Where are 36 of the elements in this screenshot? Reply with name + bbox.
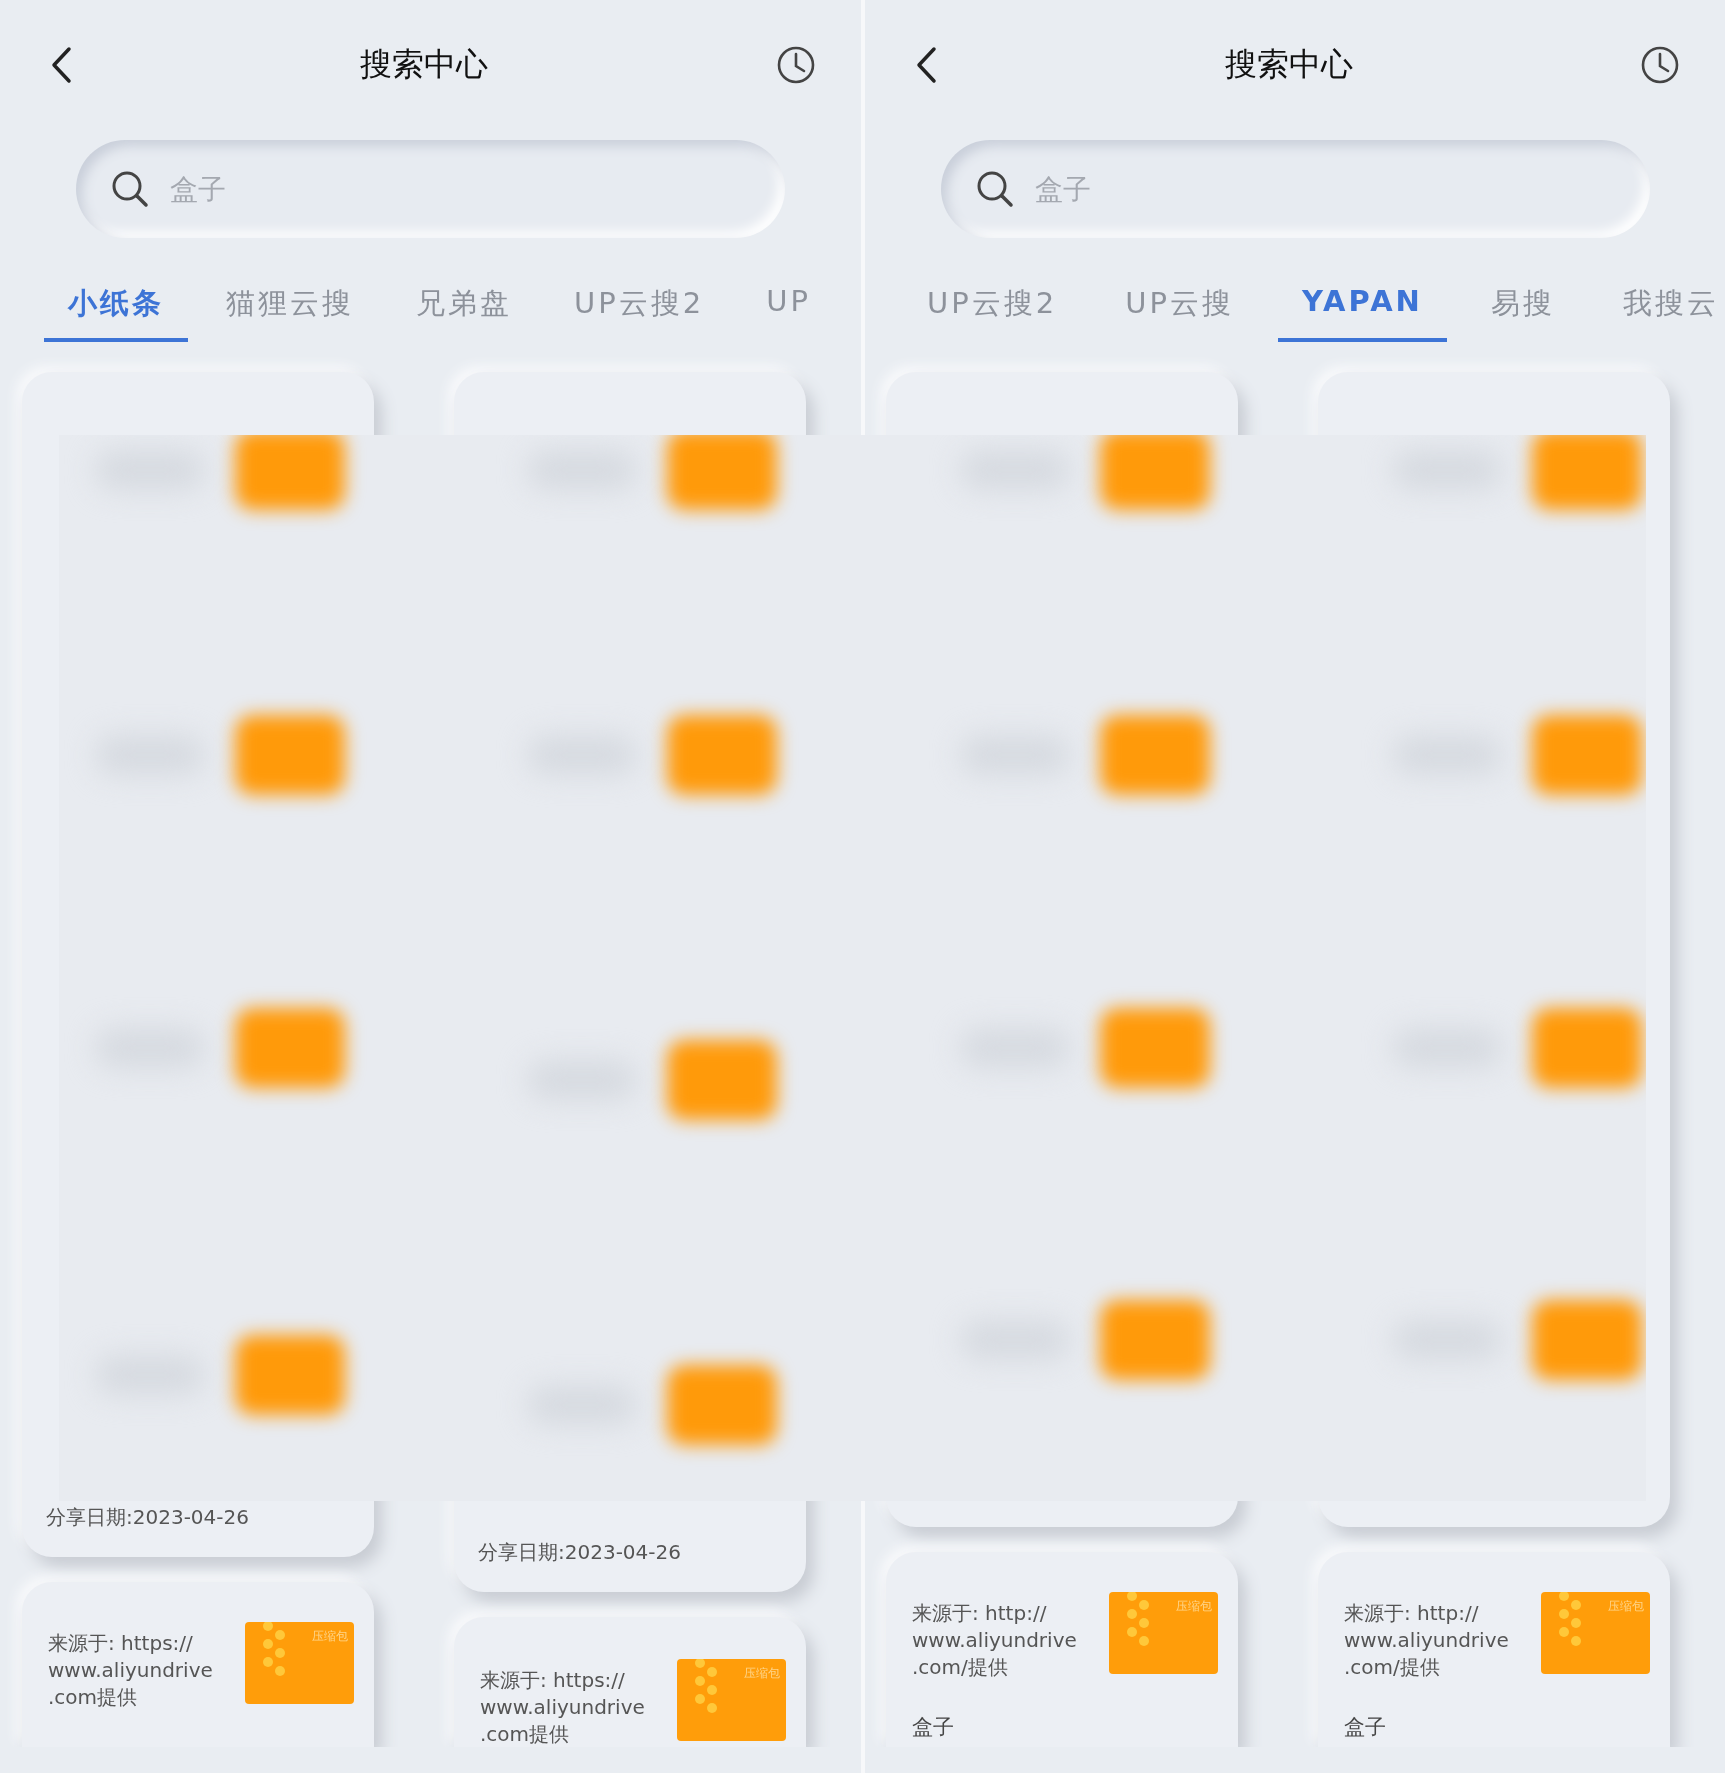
file-type-label: 压缩包 (312, 1628, 348, 1645)
search-source-tab[interactable]: 猫狸云搜 (202, 278, 378, 342)
share-date: 分享日期:2023-04-26 (46, 1504, 250, 1531)
back-icon[interactable] (915, 46, 937, 84)
source-text: 来源于: https:// www.aliyundrive .com提供 (48, 1630, 213, 1711)
source-text: 来源于: https:// www.aliyundrive .com提供 (480, 1667, 645, 1747)
result-card[interactable]: 来源于: https:// www.aliyundrive .com提供 压缩包 (22, 1582, 374, 1747)
search-input[interactable]: 盒子 (1033, 171, 1437, 207)
share-date: 分享日期:2023-04-26 (478, 1539, 682, 1566)
result-card[interactable]: 来源于: http:// www.aliyundrive .com/提供 压缩包 盒子 (886, 1552, 1238, 1747)
source-text: 来源于: http:// www.aliyundrive .com/提供 (1344, 1600, 1509, 1681)
search-source-tab[interactable]: 易搜 (1466, 278, 1579, 342)
history-clock-icon[interactable] (776, 45, 816, 85)
source-text: 来源于: http:// www.aliyundrive .com/提供 (912, 1600, 1077, 1681)
file-type-label: 压缩包 (744, 1665, 780, 1682)
search-icon (110, 169, 150, 209)
file-type-label: 压缩包 (1176, 1598, 1212, 1615)
search-icon (975, 169, 1015, 209)
page-title: 搜索中心 (360, 44, 488, 85)
history-clock-icon[interactable] (1640, 45, 1680, 85)
search-source-tab[interactable]: UP云搜2 (550, 278, 729, 342)
search-source-tab[interactable]: 我搜云 (1598, 278, 1725, 342)
result-card[interactable]: 来源于: https:// www.aliyundrive .com提供 压缩包 (454, 1617, 806, 1747)
page-title: 搜索中心 (1224, 44, 1353, 85)
result-title: 盒子 (912, 1714, 955, 1741)
search-source-tab[interactable]: 兄弟盘 (392, 278, 536, 342)
search-source-tab[interactable]: UP云搜2 (903, 278, 1082, 342)
result-card[interactable]: 来源于: http:// www.aliyundrive .com/提供 压缩包 盒子 (1318, 1552, 1670, 1747)
search-source-tab[interactable]: YAPAN (1277, 278, 1447, 342)
search-source-tab[interactable]: UP (742, 278, 835, 342)
search-source-tab[interactable]: UP云搜 (1101, 278, 1258, 342)
file-type-label: 压缩包 (1608, 1598, 1644, 1615)
search-input[interactable]: 盒子 (168, 171, 572, 207)
back-icon[interactable] (50, 46, 72, 84)
result-title: 盒子 (1344, 1714, 1387, 1741)
search-source-tab[interactable]: 小纸条 (44, 278, 188, 342)
